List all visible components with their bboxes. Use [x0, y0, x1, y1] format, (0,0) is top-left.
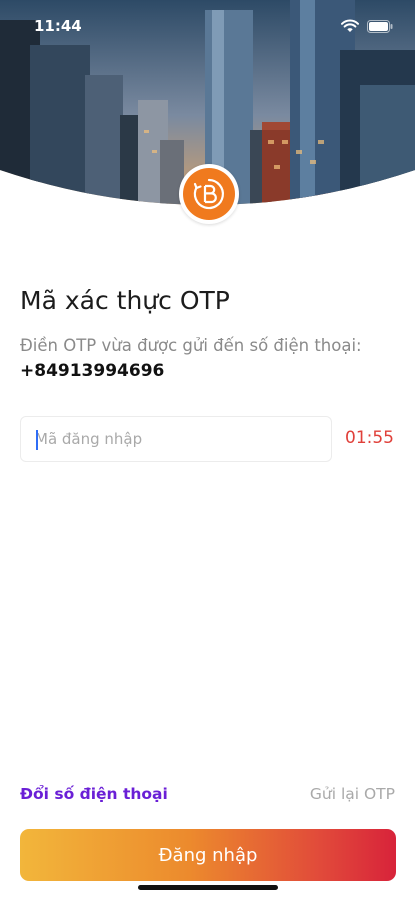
resend-otp-link[interactable]: Gửi lại OTP: [310, 785, 395, 803]
otp-instruction-text: Điền OTP vừa được gửi đến số điện thoại:: [20, 336, 362, 355]
phone-number: +84913994696: [20, 361, 165, 381]
home-indicator: [138, 885, 278, 890]
otp-countdown-timer: 01:55: [345, 428, 394, 448]
change-phone-link[interactable]: Đổi số điện thoại: [20, 785, 168, 803]
otp-input[interactable]: [21, 417, 331, 461]
status-bar: 11:44: [0, 0, 415, 48]
status-icons: [341, 18, 393, 37]
login-button[interactable]: Đăng nhập: [20, 829, 396, 881]
status-time: 11:44: [34, 17, 82, 35]
battery-icon: [367, 18, 393, 37]
brand-logo-icon: [183, 168, 235, 220]
otp-input-container: [20, 416, 332, 462]
wifi-icon: [341, 18, 359, 37]
brand-logo: [179, 164, 239, 224]
page-title: Mã xác thực OTP: [20, 286, 230, 315]
text-caret: [36, 430, 38, 450]
